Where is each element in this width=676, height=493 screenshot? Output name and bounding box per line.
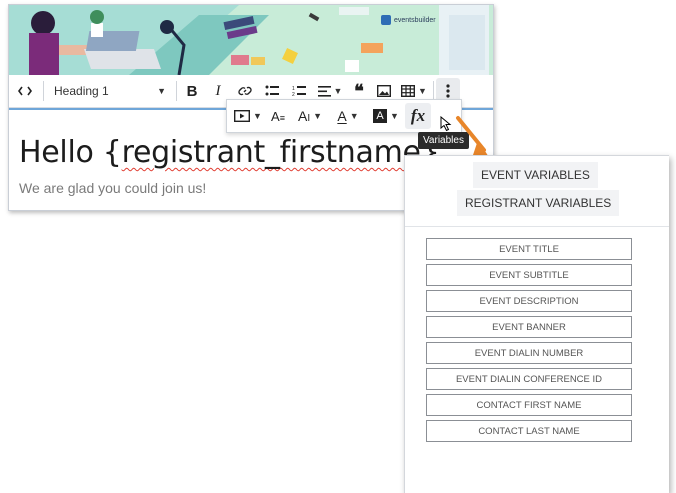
registrant-firstname-variable: registrant_firstname [121,135,421,170]
variable-event-dialin-conference-id[interactable]: EVENT DIALIN CONFERENCE ID [426,368,632,390]
variable-contact-last-name[interactable]: CONTACT LAST NAME [426,420,632,442]
variables-button[interactable]: fx [405,103,431,129]
logo-mark-icon [381,15,391,25]
code-icon [18,86,32,96]
toolbar-divider [433,81,434,101]
variable-list: EVENT TITLE EVENT SUBTITLE EVENT DESCRIP… [426,238,632,446]
variable-tabs: EVENT VARIABLES REGISTRANT VARIABLES [405,156,669,227]
heading-select[interactable]: Heading 1 ▼ [46,78,174,104]
chevron-down-icon: ▼ [157,86,166,96]
font-family-button[interactable]: A≡ [265,103,291,129]
numbered-list-icon: 12 [292,86,306,97]
variable-event-dialin-number[interactable]: EVENT DIALIN NUMBER [426,342,632,364]
eventsbuilder-logo: eventsbuilder [381,15,436,25]
media-icon [234,110,251,122]
toolbar-divider [43,81,44,101]
variables-panel: EVENT VARIABLES REGISTRANT VARIABLES EVE… [404,155,669,493]
kebab-menu-icon [446,84,450,98]
tab-registrant-variables[interactable]: REGISTRANT VARIABLES [457,190,620,216]
font-color-button[interactable]: A ▼ [329,103,367,129]
variable-event-description[interactable]: EVENT DESCRIPTION [426,290,632,312]
variable-contact-first-name[interactable]: CONTACT FIRST NAME [426,394,632,416]
font-family-icon: A≡ [271,108,285,124]
chevron-down-icon: ▼ [418,86,427,96]
chevron-down-icon: ▼ [333,86,343,96]
bullet-list-icon [265,85,279,96]
chevron-down-icon: ▼ [313,111,323,121]
insert-media-button[interactable]: ▼ [231,103,265,129]
variable-event-subtitle[interactable]: EVENT SUBTITLE [426,264,632,286]
font-size-button[interactable]: AI ▼ [291,103,329,129]
variables-tooltip: Variables [418,132,469,149]
background-color-icon: A [373,109,388,123]
chevron-down-icon: ▼ [253,111,262,121]
svg-text:2: 2 [292,92,295,97]
font-size-icon: AI [297,108,311,124]
source-code-button[interactable] [9,78,41,104]
chevron-down-icon: ▼ [390,111,399,121]
align-left-icon [317,85,331,97]
image-icon [377,85,391,97]
variable-event-title[interactable]: EVENT TITLE [426,238,632,260]
variable-event-banner[interactable]: EVENT BANNER [426,316,632,338]
event-banner-image: eventsbuilder [9,5,493,75]
greeting-prefix: Hello { [19,135,122,170]
link-icon [238,86,252,96]
tab-event-variables[interactable]: EVENT VARIABLES [473,162,598,188]
heading-select-value: Heading 1 [54,84,109,98]
greeting-subtitle: We are glad you could join us! [19,180,207,196]
background-color-button[interactable]: A ▼ [367,103,405,129]
chevron-down-icon: ▼ [349,111,359,121]
bold-button[interactable]: B [179,78,205,104]
fx-icon: fx [410,106,426,125]
greeting-heading: Hello {registrant_firstname}, [19,135,449,170]
mouse-cursor-icon [440,116,452,132]
toolbar-divider [176,81,177,101]
font-color-icon: A [337,108,347,124]
table-icon [401,85,416,97]
overflow-toolbar: ▼ A≡ AI ▼ A ▼ A ▼ fx [226,99,462,133]
